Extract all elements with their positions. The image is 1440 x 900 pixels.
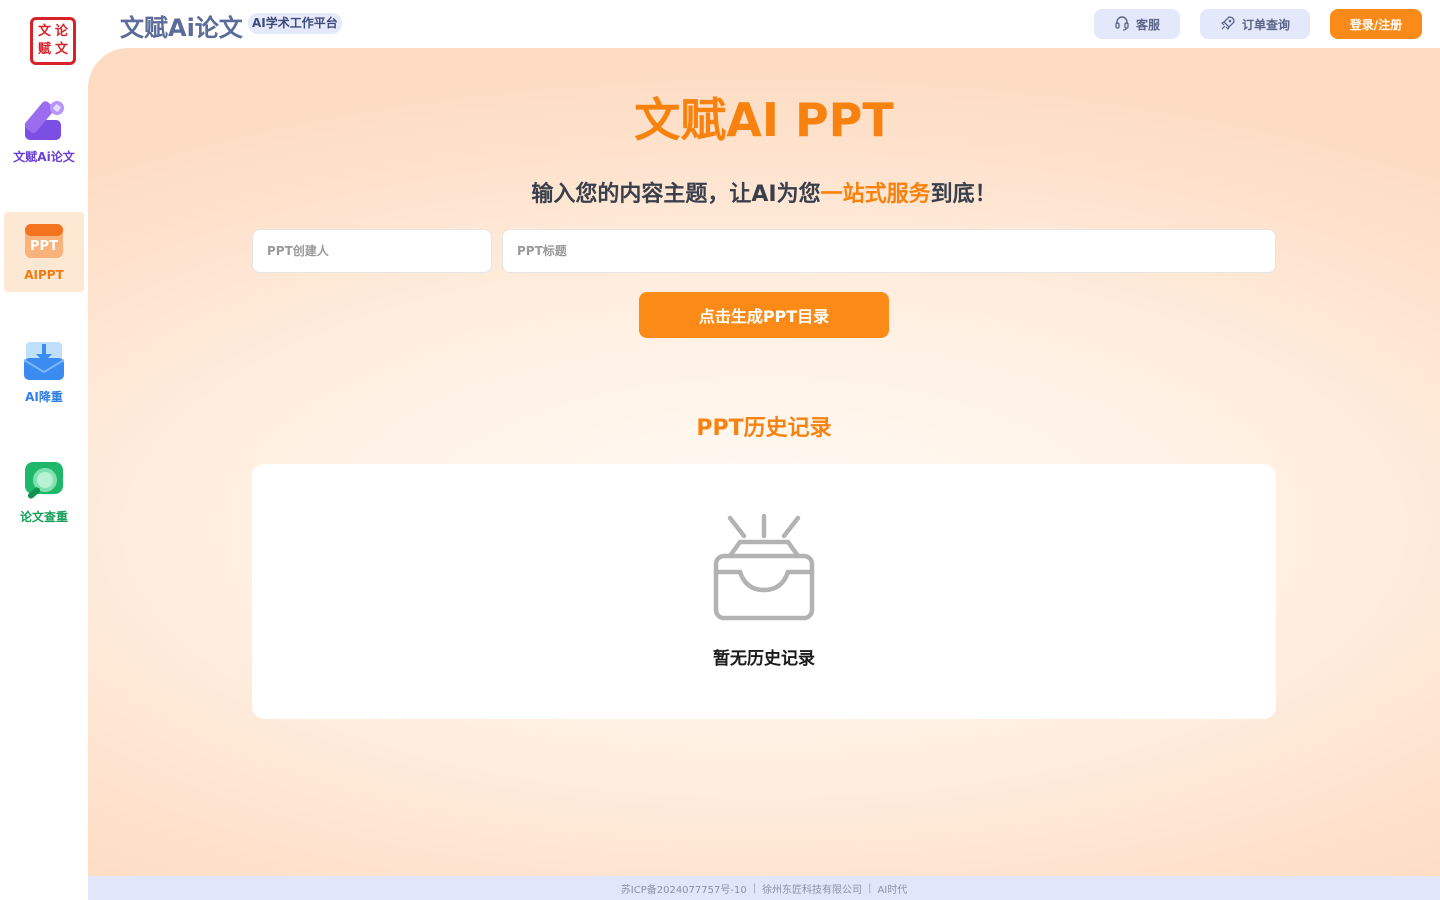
subtitle-post: 到底！ — [930, 182, 997, 207]
main-content: 文赋AI PPT 输入您的内容主题，让AI为您一站式服务到底！ 点击生成PPT目… — [88, 48, 1440, 876]
search-chat-icon — [21, 458, 67, 504]
history-heading: PPT历史记录 — [696, 416, 832, 441]
download-tray-icon — [21, 338, 67, 384]
sidebar-item-label: AIPPT — [24, 268, 64, 282]
empty-inbox-icon — [710, 512, 818, 624]
pencil-icon — [21, 98, 67, 144]
history-panel: 暂无历史记录 — [252, 464, 1276, 719]
sidebar-item-label: AI降重 — [25, 390, 63, 404]
seal-char: 赋 — [37, 42, 51, 57]
icp-link[interactable]: 苏ICP备2024077757号-10 — [621, 881, 747, 896]
empty-history-text: 暂无历史记录 — [713, 649, 815, 669]
subtitle-highlight: 一站式服务 — [820, 182, 931, 207]
login-register-button[interactable]: 登录/注册 — [1330, 9, 1422, 39]
brand-badge: AI学术工作平台 — [248, 13, 342, 34]
seal-char: 论 — [54, 24, 68, 39]
rocket-icon — [1220, 15, 1236, 34]
sidebar-item-label: 文赋Ai论文 — [13, 150, 75, 164]
footer: 苏ICP备2024077757号-10 | 徐州东匠科技有限公司 | AI时代 — [88, 876, 1440, 900]
page-subtitle: 输入您的内容主题，让AI为您一站式服务到底！ — [88, 176, 1440, 208]
era-text: AI时代 — [877, 884, 908, 896]
sidebar-item-check[interactable]: 论文查重 — [4, 452, 84, 532]
seal-logo[interactable]: 文 论 赋 文 — [30, 17, 76, 65]
top-header: 文赋Ai论文 AI学术工作平台 客服 订单查询 登录/注册 — [88, 0, 1440, 48]
sidebar-item-paper[interactable]: 文赋Ai论文 — [4, 92, 84, 172]
footer-divider: | — [868, 882, 872, 894]
sidebar: 文 论 赋 文 文赋Ai论文 PPT AIPPT AI降重 论文查重 — [0, 0, 88, 900]
company-name: 徐州东匠科技有限公司 — [762, 884, 863, 896]
sidebar-item-rewrite[interactable]: AI降重 — [4, 332, 84, 412]
generate-outline-button[interactable]: 点击生成PPT目录 — [639, 292, 889, 338]
ppt-creator-input[interactable] — [252, 229, 492, 273]
ppt-icon: PPT — [21, 218, 67, 264]
seal-char: 文 — [37, 24, 51, 39]
sidebar-item-label: 论文查重 — [19, 510, 68, 524]
sidebar-item-aippt[interactable]: PPT AIPPT — [4, 212, 84, 292]
ppt-title-input[interactable] — [502, 229, 1276, 273]
seal-char: 文 — [54, 42, 68, 57]
brand-title[interactable]: 文赋Ai论文 — [120, 8, 243, 43]
customer-service-button[interactable]: 客服 — [1094, 9, 1180, 39]
orders-label: 订单查询 — [1241, 17, 1290, 32]
page-title: 文赋AI PPT — [634, 93, 894, 147]
footer-divider: | — [752, 882, 757, 894]
service-label: 客服 — [1135, 17, 1160, 32]
order-query-button[interactable]: 订单查询 — [1200, 9, 1310, 39]
headset-icon — [1114, 15, 1130, 34]
subtitle-pre: 输入您的内容主题，让AI为您 — [531, 182, 821, 207]
svg-text:PPT: PPT — [30, 239, 58, 254]
